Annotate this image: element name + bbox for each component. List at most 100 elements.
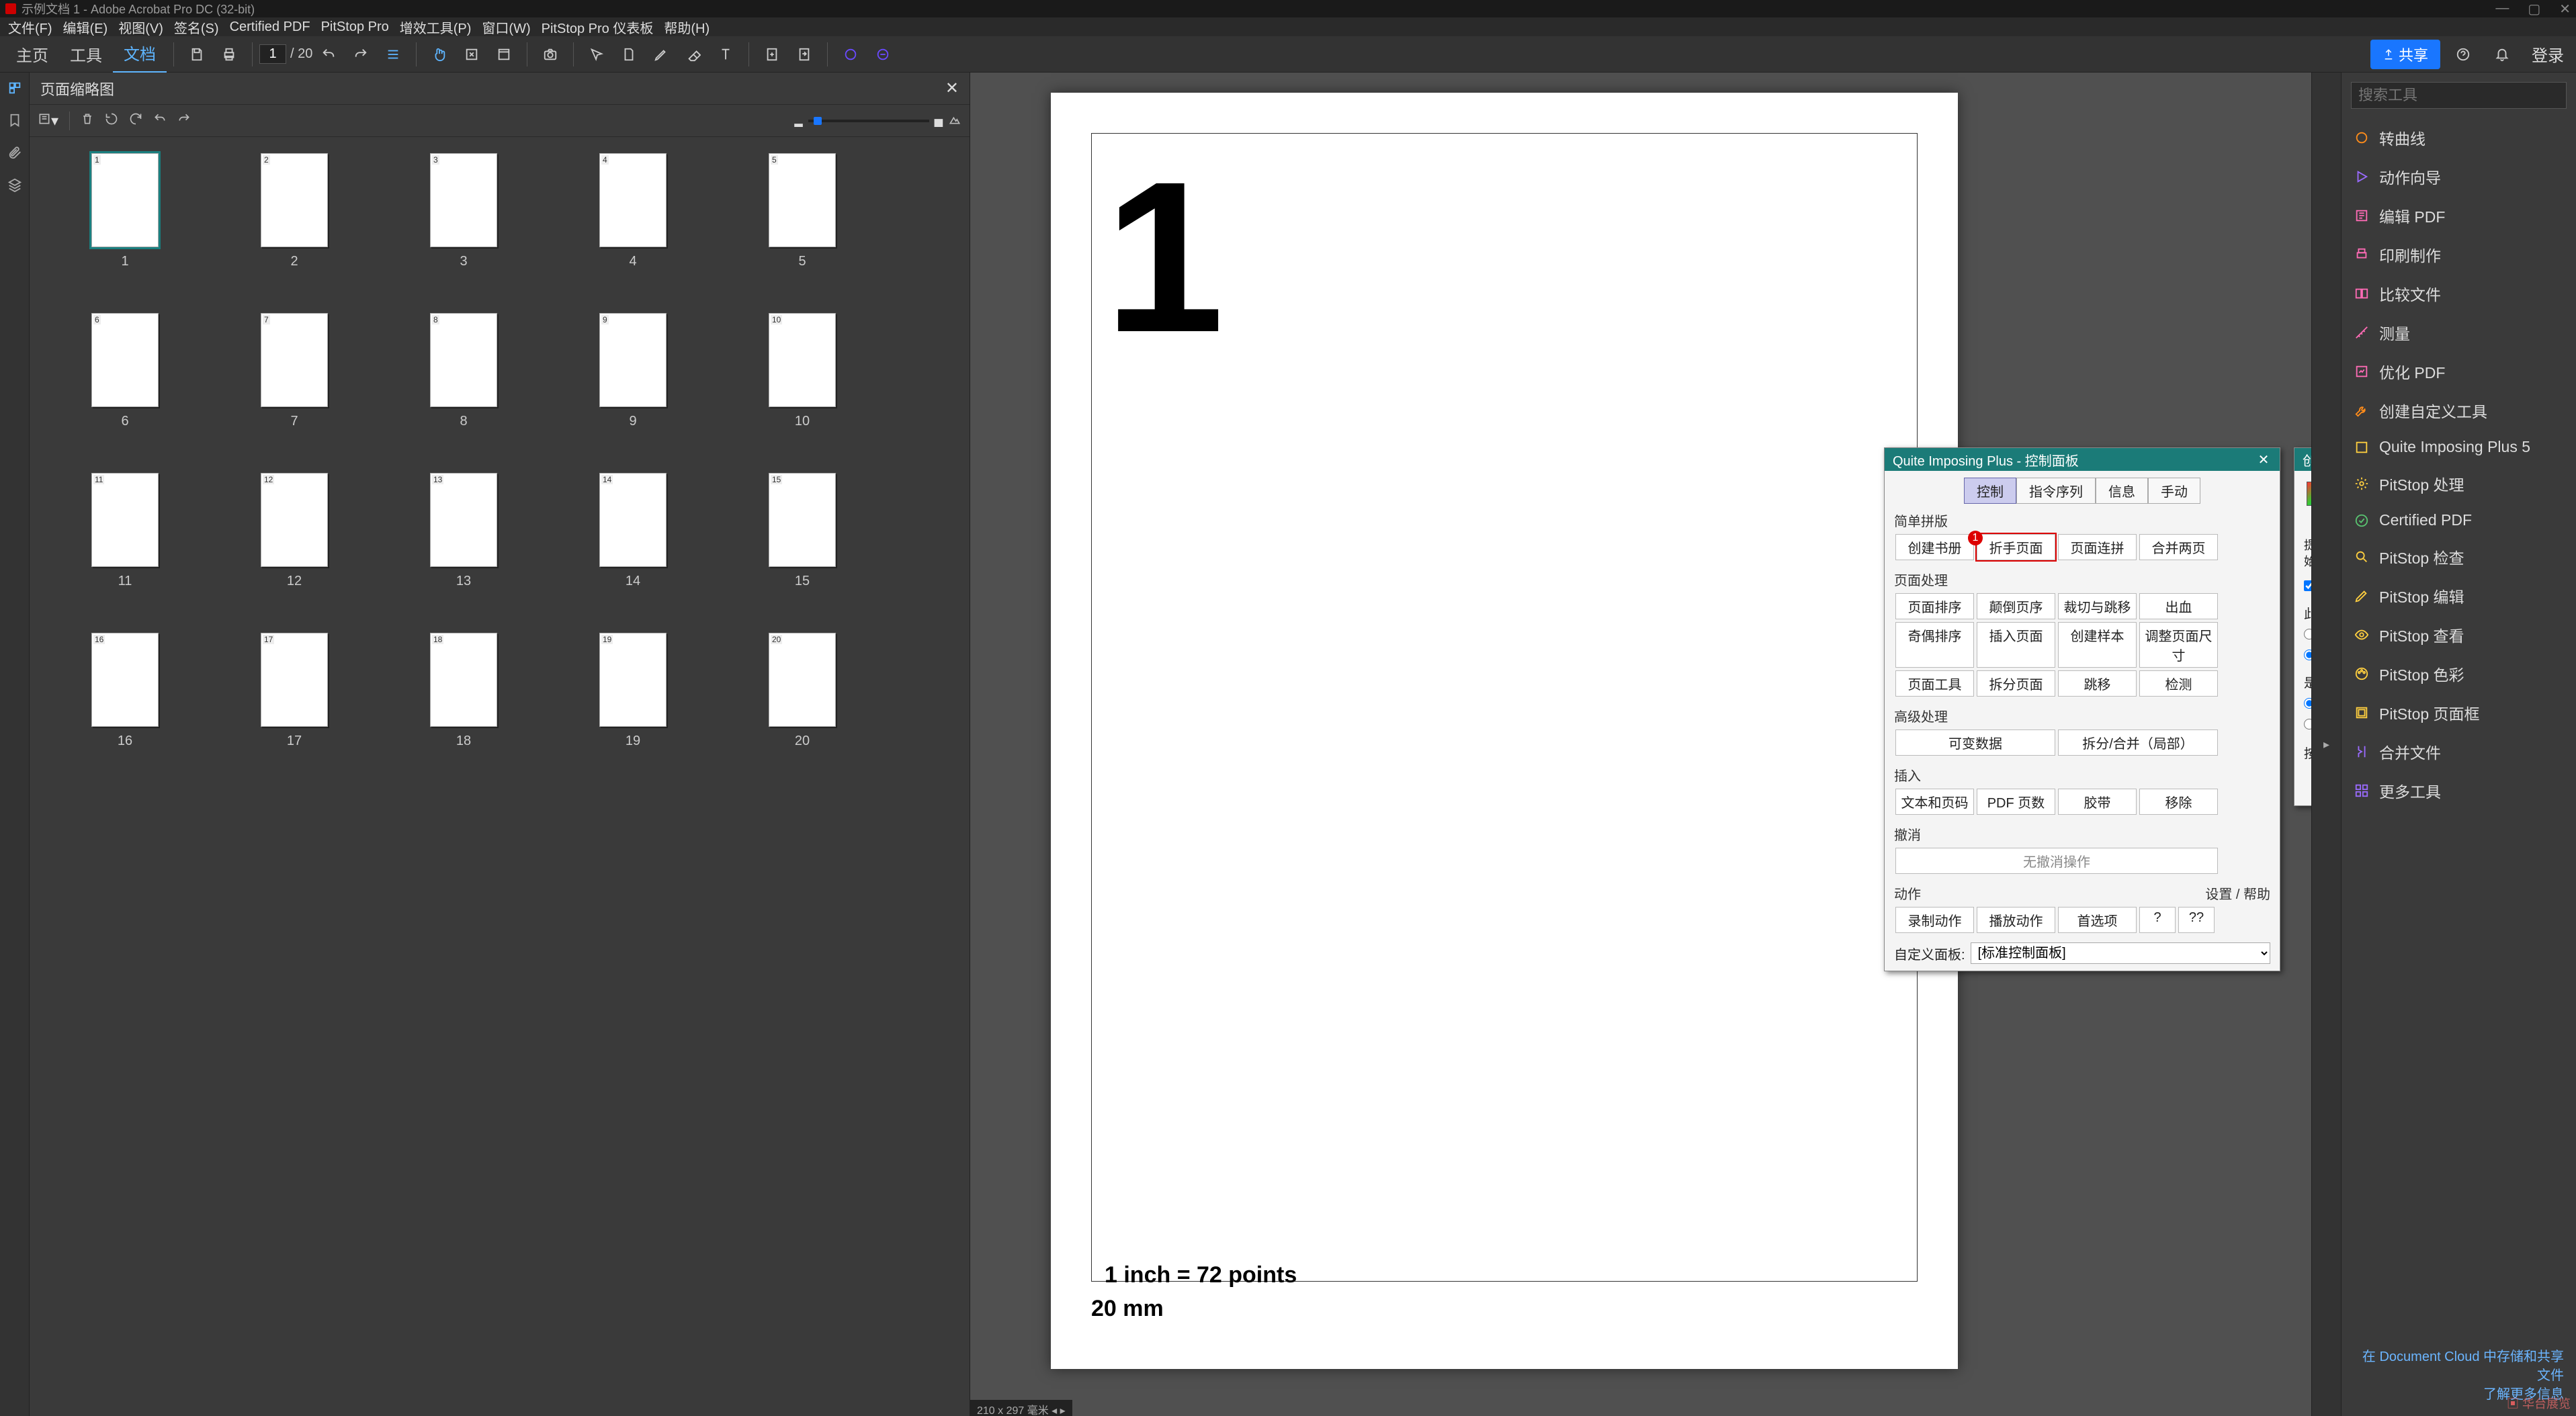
thumbnail-cell[interactable]: 44 [559, 153, 707, 294]
menu-pitstop-dash[interactable]: PitStop Pro 仪表板 [538, 16, 658, 38]
thumbnail-page[interactable]: 7 [261, 313, 328, 407]
attachment-icon[interactable] [7, 145, 22, 164]
thumbnail-page[interactable]: 15 [769, 473, 836, 567]
pen-icon[interactable] [653, 46, 669, 62]
thumbnail-cell[interactable]: 77 [220, 313, 368, 454]
thumb-delete-icon[interactable] [81, 112, 94, 130]
menu-edit[interactable]: 编辑(E) [59, 16, 112, 38]
qip-btn-g4-0[interactable]: 文本和页码 [1895, 789, 1974, 815]
pitstop-a-icon[interactable] [843, 46, 859, 62]
doc-icon[interactable] [621, 46, 637, 62]
extractpage-icon[interactable] [796, 46, 812, 62]
thumbnail-cell[interactable]: 1616 [51, 633, 199, 774]
qip-btn-g6-2[interactable]: 首选项 [2058, 907, 2137, 933]
rtool-item-1[interactable]: 动作向导 [2342, 157, 2576, 196]
thumbnails-icon[interactable] [7, 81, 22, 99]
thumbnails-close-icon[interactable]: ✕ [945, 79, 959, 98]
rtool-item-17[interactable]: 更多工具 [2342, 771, 2576, 810]
rtool-item-8[interactable]: Quite Imposing Plus 5 [2342, 430, 2576, 464]
qip-btn-stepjoin[interactable]: 页面连拼 [2058, 534, 2137, 560]
rtool-item-5[interactable]: 测量 [2342, 313, 2576, 352]
thumb-rotate-left-icon[interactable] [105, 112, 118, 130]
redo-icon[interactable] [353, 46, 369, 62]
thumbnail-page[interactable]: 3 [430, 153, 497, 247]
thumbnail-cell[interactable]: 1414 [559, 473, 707, 614]
thumbnail-page[interactable]: 19 [599, 633, 667, 727]
rtool-item-10[interactable]: Certified PDF [2342, 503, 2576, 537]
fold1-r-scale[interactable] [2304, 719, 2311, 729]
qip-btn-undo[interactable]: 无撤消操作 [1895, 848, 2218, 874]
thumbnail-cell[interactable]: 11 [51, 153, 199, 294]
erase-icon[interactable] [685, 46, 701, 62]
qip-tab-info[interactable]: 信息 [2096, 478, 2148, 504]
layers-icon[interactable] [7, 177, 22, 196]
thumb-options-icon[interactable]: ▾ [38, 112, 58, 130]
rtool-item-13[interactable]: PitStop 查看 [2342, 615, 2576, 654]
menu-help[interactable]: 帮助(H) [660, 16, 714, 38]
rtool-item-16[interactable]: 合并文件 [2342, 732, 2576, 771]
menu-sign[interactable]: 签名(S) [170, 16, 223, 38]
share-button[interactable]: 共享 [2370, 40, 2440, 69]
document-view[interactable]: 1 1 inch = 72 points 20 mm 210 x 297 毫米 … [970, 73, 2311, 1416]
rtool-item-14[interactable]: PitStop 色彩 [2342, 654, 2576, 693]
thumbnail-cell[interactable]: 55 [728, 153, 876, 294]
qip-btn-g2-5[interactable]: 插入页面 [1977, 622, 2055, 668]
qip-btn-g2-0[interactable]: 页面排序 [1895, 593, 1974, 619]
fold1-chk-newdoc[interactable] [2304, 580, 2311, 591]
addpage-icon[interactable] [764, 46, 780, 62]
fold1-r-noscale[interactable] [2304, 698, 2311, 709]
rtool-item-0[interactable]: 转曲线 [2342, 118, 2576, 157]
qip-btn-g6-3[interactable]: ? [2139, 907, 2176, 933]
fit-icon[interactable] [464, 46, 480, 62]
thumbnail-cell[interactable]: 66 [51, 313, 199, 454]
qip-btn-g2-11[interactable]: 检测 [2139, 670, 2218, 697]
qip-btn-g2-6[interactable]: 创建样本 [2058, 622, 2137, 668]
qip-btn-g4-3[interactable]: 移除 [2139, 789, 2218, 815]
thumbnail-cell[interactable]: 1818 [390, 633, 538, 774]
right-collapse-rail[interactable]: ▸ [2311, 73, 2341, 1416]
thumbnail-page[interactable]: 10 [769, 313, 836, 407]
rtool-item-6[interactable]: 优化 PDF [2342, 352, 2576, 391]
window-max[interactable]: ▢ [2528, 1, 2540, 17]
qip-btn-g6-0[interactable]: 录制动作 [1895, 907, 1974, 933]
window-min[interactable]: — [2495, 1, 2509, 17]
thumbnail-cell[interactable]: 1010 [728, 313, 876, 454]
tab-tools[interactable]: 工具 [59, 36, 113, 73]
qip-btn-g2-10[interactable]: 跳移 [2058, 670, 2137, 697]
qip-tab-control[interactable]: 控制 [1964, 478, 2016, 504]
thumbnail-page[interactable]: 18 [430, 633, 497, 727]
qip-custom-select[interactable]: [标准控制面板] [1971, 942, 2270, 964]
qip-btn-g3-1[interactable]: 拆分/合并（局部） [2058, 729, 2218, 756]
fold1-r-nocut[interactable] [2304, 629, 2311, 639]
login-link[interactable]: 登录 [2525, 42, 2571, 66]
thumbnail-cell[interactable]: 2020 [728, 633, 876, 774]
thumbnail-cell[interactable]: 1919 [559, 633, 707, 774]
qip-btn-g6-4[interactable]: ?? [2178, 907, 2215, 933]
qip-btn-g4-2[interactable]: 胶带 [2058, 789, 2137, 815]
thumbnail-cell[interactable]: 1313 [390, 473, 538, 614]
page-current-input[interactable] [259, 44, 286, 64]
hand-icon[interactable] [431, 46, 447, 62]
collapse-icon[interactable]: ▸ [2323, 738, 2329, 752]
rtool-item-15[interactable]: PitStop 页面框 [2342, 693, 2576, 732]
qip-btn-g2-4[interactable]: 奇偶排序 [1895, 622, 1974, 668]
thumbnail-page[interactable]: 8 [430, 313, 497, 407]
print-icon[interactable] [221, 46, 237, 62]
qip-btn-g2-8[interactable]: 页面工具 [1895, 670, 1974, 697]
undo-icon[interactable] [320, 46, 337, 62]
thumbnail-page[interactable]: 13 [430, 473, 497, 567]
thumbnail-cell[interactable]: 22 [220, 153, 368, 294]
qip-btn-g2-9[interactable]: 拆分页面 [1977, 670, 2055, 697]
menu-pitstop[interactable]: PitStop Pro [317, 18, 393, 36]
thumbnail-cell[interactable]: 1111 [51, 473, 199, 614]
pitstop-b-icon[interactable] [875, 46, 891, 62]
thumb-zoom-fit-icon[interactable] [948, 112, 961, 130]
thumbnail-cell[interactable]: 33 [390, 153, 538, 294]
thumbnail-page[interactable]: 11 [91, 473, 159, 567]
qip-btn-g2-2[interactable]: 裁切与跳移 [2058, 593, 2137, 619]
rtool-item-7[interactable]: 创建自定义工具 [2342, 391, 2576, 430]
qip-btn-booklet[interactable]: 创建书册 [1895, 534, 1974, 560]
rtool-item-4[interactable]: 比较文件 [2342, 274, 2576, 313]
fold1-r-cut[interactable] [2304, 650, 2311, 660]
menu-plugins[interactable]: 增效工具(P) [396, 16, 476, 38]
